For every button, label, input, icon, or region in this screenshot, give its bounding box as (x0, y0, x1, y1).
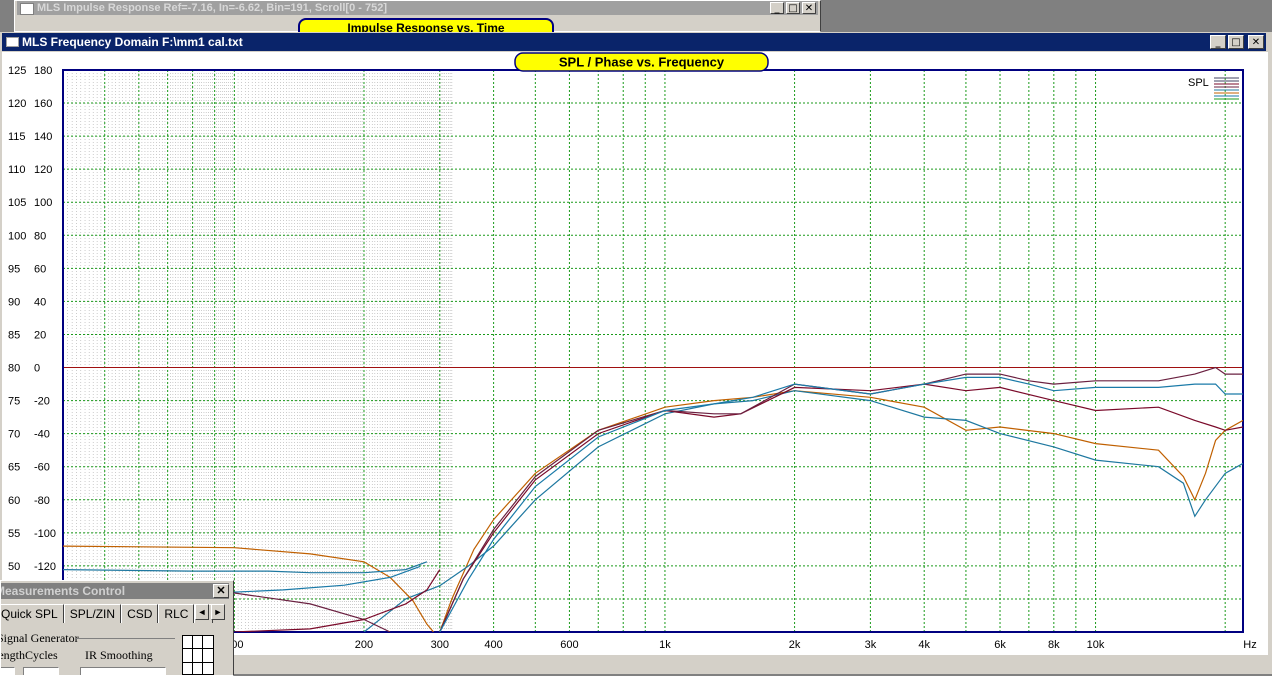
phase-tick-label: 60 (34, 263, 46, 275)
impulse-response-titlebar[interactable]: MLS Impulse Response Ref=-7.16, In=-6.62… (17, 1, 818, 15)
phase-tick-label: -60 (34, 462, 50, 474)
phase-tick-label: -100 (34, 528, 56, 540)
phase-tick-label: 80 (34, 230, 46, 242)
measurements-titlebar[interactable]: Measurements Control ✕ (1, 583, 229, 599)
measurements-title: Measurements Control (0, 584, 126, 598)
spl-tick-label: 105 (8, 197, 26, 209)
x-tick-label: 3k (865, 639, 877, 651)
phase-tick-label: 180 (34, 65, 52, 77)
impulse-chart-title: Impulse Response vs. Time (298, 18, 554, 33)
cycles-label: Cycles (25, 648, 58, 662)
spl-tick-label: 115 (8, 131, 26, 143)
spl-tick-label: 80 (8, 363, 20, 375)
phase-tick-label: 0 (34, 363, 40, 375)
tab-rlc[interactable]: RLC (158, 604, 195, 623)
x-tick-label: 4k (918, 639, 930, 651)
spl-tick-label: 110 (8, 164, 26, 176)
ir-smoothing-label: IR Smoothing (85, 648, 153, 662)
level-meter (182, 635, 214, 675)
spl-tick-label: 75 (8, 396, 20, 408)
spl-tick-label: 85 (8, 329, 20, 341)
close-button[interactable]: ✕ (802, 2, 816, 14)
x-tick-label: 8k (1048, 639, 1060, 651)
spl-phase-chart[interactable]: 125 180 120 160 115 140 110 120 105 100 100 80 95 60 9… (2, 52, 1268, 655)
cycles-field[interactable] (23, 667, 59, 675)
close-button[interactable]: ✕ (213, 584, 229, 598)
tab-quick-spl[interactable]: Quick SPL (1, 604, 64, 623)
measurement-tabs: Quick SPL SPL/ZIN CSD RLC 1 (1, 604, 214, 623)
maximize-button[interactable]: □ (1228, 35, 1244, 49)
phase-tick-label: 160 (34, 98, 52, 110)
graph-area[interactable]: 125 180 120 160 115 140 110 120 105 100 100 80 95 60 9… (2, 52, 1268, 655)
measurements-control-panel[interactable]: Measurements Control ✕ Quick SPL SPL/ZIN… (0, 580, 234, 676)
window-icon (6, 37, 19, 47)
phase-tick-label: 120 (34, 164, 52, 176)
window-icon (20, 3, 34, 15)
x-unit-label: Hz (1243, 639, 1256, 651)
spl-tick-label: 70 (8, 429, 20, 441)
impulse-response-title: MLS Impulse Response Ref=-7.16, In=-6.62… (37, 2, 387, 14)
x-tick-label: 600 (560, 639, 578, 651)
tab-csd[interactable]: CSD (121, 604, 159, 623)
spl-tick-label: 50 (8, 561, 20, 573)
spl-tick-label: 125 (8, 65, 26, 77)
x-tick-label: 6k (994, 639, 1006, 651)
impulse-response-window[interactable]: MLS Impulse Response Ref=-7.16, In=-6.62… (14, 0, 821, 33)
x-tick-label: 400 (484, 639, 502, 651)
length-label: Length (1, 648, 25, 662)
phase-tick-label: 140 (34, 131, 52, 143)
tab-scroll-right-button[interactable]: ► (211, 604, 225, 620)
phase-tick-label: 20 (34, 329, 46, 341)
spl-tick-label: 65 (8, 462, 20, 474)
x-tick-label: 200 (355, 639, 373, 651)
minimize-button[interactable]: _ (770, 2, 784, 14)
spl-tick-label: 55 (8, 528, 20, 540)
maximize-button[interactable]: □ (786, 2, 800, 14)
chart-title: SPL / Phase vs. Frequency (559, 55, 725, 70)
close-button[interactable]: ✕ (1248, 35, 1264, 49)
spl-tick-label: 95 (8, 263, 20, 275)
phase-tick-label: 100 (34, 197, 52, 209)
phase-tick-label: -40 (34, 429, 50, 441)
length-field[interactable] (1, 667, 15, 675)
frequency-domain-window[interactable]: MLS Frequency Domain F:\mm1 cal.txt _ □ … (0, 32, 1272, 674)
legend-label: SPL (1188, 77, 1209, 89)
spl-tick-label: 90 (8, 296, 20, 308)
ir-smoothing-select[interactable] (80, 667, 166, 675)
phase-tick-label: -120 (34, 561, 56, 573)
spl-tick-label: 60 (8, 495, 20, 507)
signal-generator-group-label: Signal Generator (0, 631, 79, 645)
group-divider (75, 638, 175, 639)
tab-scroll-left-button[interactable]: ◄ (195, 604, 209, 620)
x-tick-label: 10k (1087, 639, 1105, 651)
minimize-button[interactable]: _ (1210, 35, 1226, 49)
phase-tick-label: -20 (34, 396, 50, 408)
spl-tick-label: 100 (8, 230, 26, 242)
frequency-domain-titlebar[interactable]: MLS Frequency Domain F:\mm1 cal.txt _ □ … (2, 33, 1266, 51)
phase-tick-label: 40 (34, 296, 46, 308)
x-tick-label: 2k (789, 639, 801, 651)
spl-tick-label: 120 (8, 98, 26, 110)
x-tick-label: 1k (659, 639, 671, 651)
phase-tick-label: -80 (34, 495, 50, 507)
x-tick-label: 300 (431, 639, 449, 651)
tab-spl-zin[interactable]: SPL/ZIN (63, 604, 122, 623)
frequency-domain-title: MLS Frequency Domain F:\mm1 cal.txt (22, 35, 243, 49)
